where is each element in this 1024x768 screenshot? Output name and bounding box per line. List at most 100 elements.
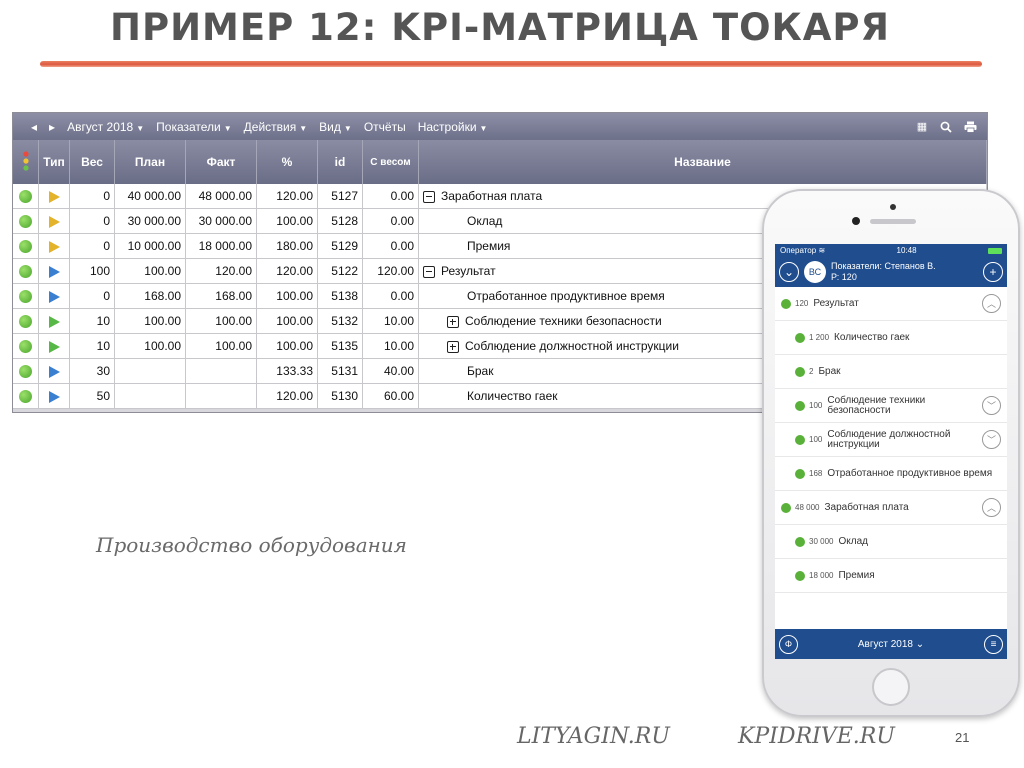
percent-cell: 100.00 (256, 308, 318, 334)
col-type[interactable]: Тип (38, 140, 70, 184)
add-button[interactable]: + (983, 262, 1003, 282)
mobile-list-item[interactable]: 1 200 Количество гаек (775, 321, 1007, 355)
status-dot-icon (19, 315, 32, 329)
col-id[interactable]: id (317, 140, 363, 184)
status-bar: Оператор ≋ 10:48 (775, 244, 1007, 257)
chevron-down-icon[interactable]: ﹀ (982, 430, 1001, 449)
menu-settings[interactable]: Настройки ▼ (418, 120, 488, 134)
filter-button[interactable]: Φ (779, 634, 798, 654)
expand-icon[interactable] (447, 340, 459, 353)
collapse-button[interactable]: ⌄ (779, 262, 799, 282)
menu-view[interactable]: Вид ▼ (319, 120, 352, 134)
status-dot-icon (19, 240, 32, 254)
print-icon[interactable] (963, 120, 977, 134)
plan-cell[interactable] (114, 383, 186, 409)
chevron-down-icon[interactable]: ﹀ (982, 396, 1001, 415)
col-fact[interactable]: Факт (185, 140, 257, 184)
weight-cell[interactable]: 0 (69, 233, 115, 259)
bottom-period-dropdown[interactable]: Август 2018 ⌄ (858, 639, 924, 650)
menu-button[interactable]: ≡ (983, 634, 1003, 654)
fact-cell[interactable] (185, 358, 257, 384)
weight-cell[interactable]: 50 (69, 383, 115, 409)
col-plan[interactable]: План (114, 140, 186, 184)
type-flag-icon (48, 315, 60, 328)
fact-cell[interactable] (185, 383, 257, 409)
collapse-icon[interactable] (423, 265, 435, 278)
next-period-button[interactable]: ▸ (49, 120, 55, 134)
plan-cell[interactable]: 100.00 (114, 333, 186, 359)
expand-icon[interactable] (447, 315, 459, 328)
status-cell (13, 184, 39, 209)
weighted-cell: 120.00 (362, 258, 419, 284)
status-cell (13, 258, 39, 284)
menu-reports[interactable]: Отчёты (364, 120, 406, 134)
fact-cell[interactable]: 168.00 (185, 283, 257, 309)
status-cell (13, 333, 39, 359)
fact-cell[interactable]: 30 000.00 (185, 208, 257, 234)
mobile-list-item[interactable]: 100 Соблюдение должностной инструкции ﹀ (775, 423, 1007, 457)
weight-cell[interactable]: 0 (69, 184, 115, 209)
id-cell: 5129 (317, 233, 363, 259)
status-column-header[interactable] (13, 140, 39, 184)
footer-link-lityagin[interactable]: LITYAGIN.RU (517, 724, 670, 749)
weight-cell[interactable]: 0 (69, 208, 115, 234)
weighted-cell: 10.00 (362, 333, 419, 359)
id-cell: 5138 (317, 283, 363, 309)
fact-cell[interactable]: 120.00 (185, 258, 257, 284)
weight-cell[interactable]: 0 (69, 283, 115, 309)
collapse-icon[interactable] (423, 190, 435, 203)
plan-cell[interactable]: 30 000.00 (114, 208, 186, 234)
fact-cell[interactable]: 48 000.00 (185, 184, 257, 209)
plan-cell[interactable]: 168.00 (114, 283, 186, 309)
menu-label: Действия (243, 119, 297, 134)
mobile-list-item[interactable]: 18 000 Премия (775, 559, 1007, 593)
col-name[interactable]: Название (418, 140, 987, 184)
mobile-list-item[interactable]: 2 Брак (775, 355, 1007, 389)
plan-cell[interactable]: 10 000.00 (114, 233, 186, 259)
plan-cell[interactable] (114, 358, 186, 384)
search-icon[interactable] (939, 120, 953, 134)
prev-period-button[interactable]: ◂ (31, 120, 37, 134)
fact-cell[interactable]: 100.00 (185, 308, 257, 334)
menu-actions[interactable]: Действия ▼ (244, 120, 308, 134)
grid-icon[interactable]: ▦ (915, 120, 929, 134)
kpi-name: Соблюдение техники безопасности (827, 394, 926, 416)
wifi-icon: ≋ (818, 246, 826, 255)
plan-cell[interactable]: 100.00 (114, 258, 186, 284)
mobile-list-item[interactable]: 120 Результат ︿ (775, 287, 1007, 321)
period-label: Август 2018 (67, 119, 134, 134)
kpi-value: 100 (809, 435, 823, 444)
kpi-value: 30 000 (809, 537, 834, 546)
weighted-cell: 0.00 (362, 233, 419, 259)
menu-indicators[interactable]: Показатели ▼ (156, 120, 232, 134)
fact-cell[interactable]: 18 000.00 (185, 233, 257, 259)
kpi-value: 100 (809, 401, 823, 410)
percent-cell: 120.00 (256, 383, 318, 409)
col-weight[interactable]: Вес (69, 140, 115, 184)
plan-cell[interactable]: 40 000.00 (114, 184, 186, 209)
col-weighted[interactable]: С весом (362, 140, 419, 184)
mobile-list-item[interactable]: 168 Отработанное продуктивное время (775, 457, 1007, 491)
weight-cell[interactable]: 100 (69, 258, 115, 284)
footer-link-kpidrive[interactable]: KPIDRIVE.RU (738, 724, 895, 749)
weight-cell[interactable]: 10 (69, 308, 115, 334)
weight-cell[interactable]: 10 (69, 333, 115, 359)
kpi-name: Заработная плата (441, 189, 543, 203)
fact-cell[interactable]: 100.00 (185, 333, 257, 359)
percent-cell: 100.00 (256, 208, 318, 234)
chevron-up-icon[interactable]: ︿ (982, 498, 1001, 517)
mobile-list-item[interactable]: 48 000 Заработная плата ︿ (775, 491, 1007, 525)
type-flag-icon (48, 215, 60, 228)
carrier-label: Оператор (780, 246, 817, 255)
mobile-list-item[interactable]: 30 000 Оклад (775, 525, 1007, 559)
chevron-up-icon[interactable]: ︿ (982, 294, 1001, 313)
plan-cell[interactable]: 100.00 (114, 308, 186, 334)
weight-cell[interactable]: 30 (69, 358, 115, 384)
avatar[interactable]: ВС (804, 261, 826, 283)
percent-cell: 180.00 (256, 233, 318, 259)
kpi-name: Брак (467, 364, 494, 378)
col-percent[interactable]: % (256, 140, 318, 184)
home-button[interactable] (872, 668, 910, 706)
mobile-list-item[interactable]: 100 Соблюдение техники безопасности ﹀ (775, 389, 1007, 423)
period-dropdown[interactable]: Август 2018 ▼ (67, 120, 144, 134)
